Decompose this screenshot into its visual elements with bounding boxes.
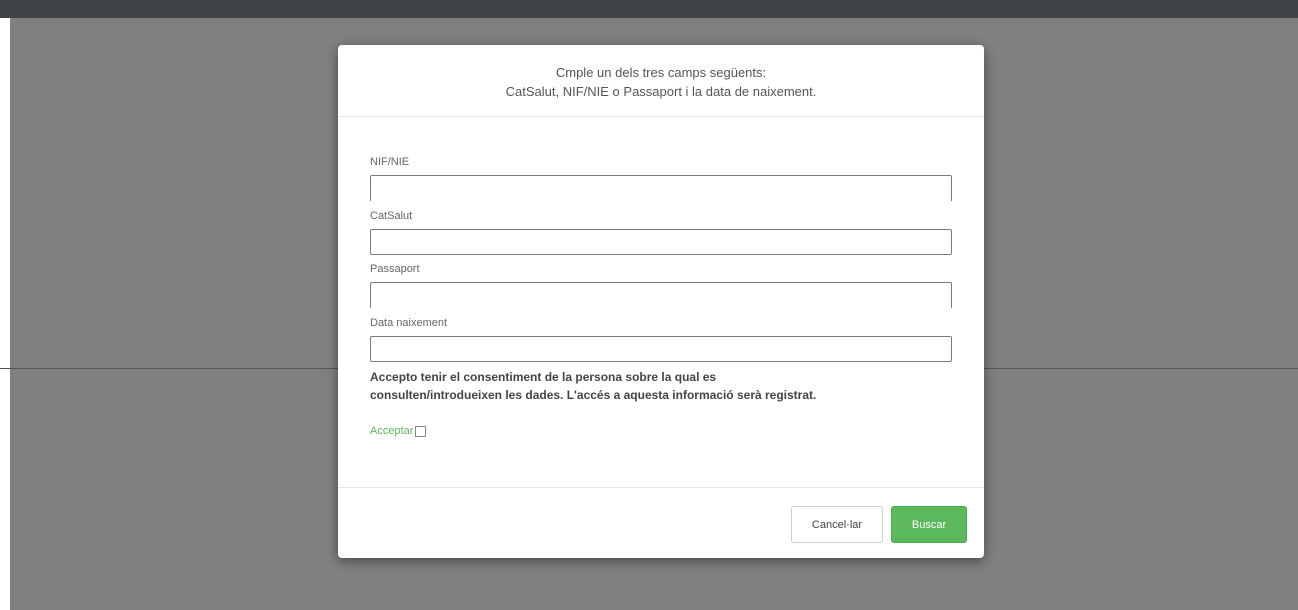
modal-body: NIF/NIE CatSalut Passaport Data naixemen… (338, 118, 984, 487)
top-bar (0, 0, 1298, 18)
consent-text: Accepto tenir el consentiment de la pers… (370, 368, 960, 404)
passaport-input[interactable] (370, 282, 952, 308)
accept-checkbox[interactable] (415, 426, 427, 437)
modal-header: Cmple un dels tres camps següents: CatSa… (338, 45, 984, 117)
catsalut-input[interactable] (370, 229, 952, 255)
search-patient-modal: Cmple un dels tres camps següents: CatSa… (338, 45, 984, 558)
modal-footer: Cancel·lar Buscar (338, 487, 984, 558)
nif-nie-label: NIF/NIE (370, 156, 410, 168)
cancel-button[interactable]: Cancel·lar (791, 506, 883, 543)
search-button[interactable]: Buscar (891, 506, 967, 543)
catsalut-label: CatSalut (370, 210, 413, 222)
passaport-label: Passaport (370, 263, 420, 275)
consent-line1: Accepto tenir el consentiment de la pers… (370, 370, 717, 384)
modal-header-line1: Cmple un dels tres camps següents: (555, 65, 767, 80)
accept-row: Acceptar (370, 425, 427, 437)
consent-line2: consulten/introdueixen les dades. L'accé… (370, 388, 817, 402)
modal-header-line2: CatSalut, NIF/NIE o Passaport i la data … (505, 84, 817, 99)
nif-nie-input[interactable] (370, 175, 952, 201)
data-naixement-input[interactable] (370, 336, 952, 362)
accept-label[interactable]: Acceptar (370, 425, 413, 437)
data-naixement-label: Data naixement (370, 317, 448, 329)
